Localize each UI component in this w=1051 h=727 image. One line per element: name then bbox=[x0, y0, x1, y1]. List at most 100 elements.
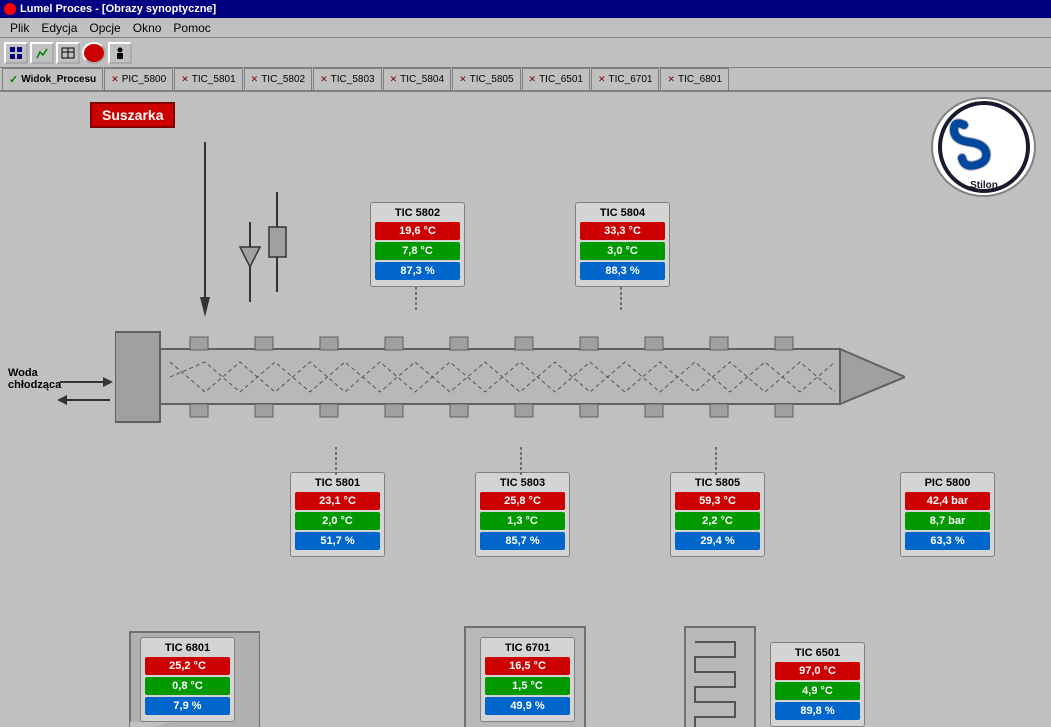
instrument-pic5800[interactable]: PIC 5800 42,4 bar 8,7 bar 63,3 % bbox=[900, 472, 995, 557]
toolbar-btn-table[interactable] bbox=[56, 42, 80, 64]
tic5801-value-green: 2,0 °C bbox=[295, 512, 380, 530]
menu-edycja[interactable]: Edycja bbox=[35, 20, 83, 36]
app-icon bbox=[4, 3, 16, 15]
tab-close-icon[interactable]: ✕ bbox=[459, 74, 467, 85]
tab-label-tic5805: TIC_5805 bbox=[470, 74, 514, 85]
tic6801-value-blue: 7,9 % bbox=[145, 697, 230, 715]
menu-pomoc[interactable]: Pomoc bbox=[167, 20, 216, 36]
tab-check-icon: ✓ bbox=[9, 73, 18, 86]
suszarka-label: Suszarka bbox=[90, 102, 175, 128]
tab-tic6801[interactable]: ✕ TIC_6801 bbox=[660, 68, 728, 90]
tic5804-value-blue: 88,3 % bbox=[580, 262, 665, 280]
tab-label-tic5804: TIC_5804 bbox=[400, 74, 444, 85]
instrument-tic5802[interactable]: TIC 5802 19,6 °C 7,8 °C 87,3 % bbox=[370, 202, 465, 287]
tic6701-value-red: 16,5 °C bbox=[485, 657, 570, 675]
tic6701-value-green: 1,5 °C bbox=[485, 677, 570, 695]
tab-tic5804[interactable]: ✕ TIC_5804 bbox=[383, 68, 451, 90]
tab-widok-procesu[interactable]: ✓ Widok_Procesu bbox=[2, 68, 103, 90]
tab-close-icon[interactable]: ✕ bbox=[529, 74, 537, 85]
menu-okno[interactable]: Okno bbox=[127, 20, 168, 36]
instrument-tic6701[interactable]: TIC 6701 16,5 °C 1,5 °C 49,9 % bbox=[480, 637, 575, 722]
tic6701-value-blue: 49,9 % bbox=[485, 697, 570, 715]
tic5805-connector bbox=[715, 447, 717, 475]
stilon-logo-svg: Stilon bbox=[934, 100, 1034, 195]
tic5804-value-red: 33,3 °C bbox=[580, 222, 665, 240]
pic5800-title: PIC 5800 bbox=[905, 477, 990, 489]
tic5805-value-red: 59,3 °C bbox=[675, 492, 760, 510]
tab-tic6501[interactable]: ✕ TIC_6501 bbox=[522, 68, 590, 90]
woda-label: Woda chłodząca bbox=[8, 367, 61, 391]
instrument-tic5805[interactable]: TIC 5805 59,3 °C 2,2 °C 29,4 % bbox=[670, 472, 765, 557]
tic6501-block: TIC 6501 97,0 °C 4,9 °C 89,8 % bbox=[680, 622, 900, 727]
main-content: Suszarka Woda chłodząca bbox=[0, 92, 1051, 727]
tab-close-icon[interactable]: ✕ bbox=[111, 74, 119, 85]
tic5805-title: TIC 5805 bbox=[675, 477, 760, 489]
tic5801-value-blue: 51,7 % bbox=[295, 532, 380, 550]
tic6501-value-green: 4,9 °C bbox=[775, 682, 860, 700]
stilon-logo: Stilon bbox=[931, 97, 1036, 197]
tab-tic6701[interactable]: ✕ TIC_6701 bbox=[591, 68, 659, 90]
instrument-tic5801[interactable]: TIC 5801 23,1 °C 2,0 °C 51,7 % bbox=[290, 472, 385, 557]
tic6501-value-red: 97,0 °C bbox=[775, 662, 860, 680]
tic5802-value-green: 7,8 °C bbox=[375, 242, 460, 260]
tic5803-value-blue: 85,7 % bbox=[480, 532, 565, 550]
toolbar-btn-chart[interactable] bbox=[30, 42, 54, 64]
tic5804-title: TIC 5804 bbox=[580, 207, 665, 219]
tab-close-icon[interactable]: ✕ bbox=[181, 74, 189, 85]
toolbar-btn-grid[interactable] bbox=[4, 42, 28, 64]
tab-close-icon[interactable]: ✕ bbox=[320, 74, 328, 85]
pic5800-value-blue: 63,3 % bbox=[905, 532, 990, 550]
tab-close-icon[interactable]: ✕ bbox=[598, 74, 606, 85]
menu-plik[interactable]: Plik bbox=[4, 20, 35, 36]
instrument-tic5804[interactable]: TIC 5804 33,3 °C 3,0 °C 88,3 % bbox=[575, 202, 670, 287]
tab-close-icon[interactable]: ✕ bbox=[390, 74, 398, 85]
tic5801-value-red: 23,1 °C bbox=[295, 492, 380, 510]
menu-opcje[interactable]: Opcje bbox=[83, 20, 126, 36]
toolbar-btn-person[interactable] bbox=[108, 42, 132, 64]
tic6501-title: TIC 6501 bbox=[775, 647, 860, 659]
tab-label-tic5801: TIC_5801 bbox=[192, 74, 236, 85]
tic5802-value-red: 19,6 °C bbox=[375, 222, 460, 240]
tab-label-tic5803: TIC_5803 bbox=[331, 74, 375, 85]
tab-close-icon[interactable]: ✕ bbox=[667, 74, 675, 85]
suszarka-pipe bbox=[195, 142, 215, 322]
tab-tic5803[interactable]: ✕ TIC_5803 bbox=[313, 68, 381, 90]
tic5804-connector bbox=[620, 287, 622, 312]
tab-tic5805[interactable]: ✕ TIC_5805 bbox=[452, 68, 520, 90]
svg-text:Stilon: Stilon bbox=[970, 180, 998, 191]
valve-symbol bbox=[235, 222, 265, 302]
tab-label-tic6501: TIC_6501 bbox=[539, 74, 583, 85]
tic5803-title: TIC 5803 bbox=[480, 477, 565, 489]
tic5805-value-blue: 29,4 % bbox=[675, 532, 760, 550]
machine-drawing bbox=[115, 307, 905, 452]
tic5802-title: TIC 5802 bbox=[375, 207, 460, 219]
tic5801-title: TIC 5801 bbox=[295, 477, 380, 489]
instrument-tic6501[interactable]: TIC 6501 97,0 °C 4,9 °C 89,8 % bbox=[770, 642, 865, 727]
tab-label-tic5802: TIC_5802 bbox=[261, 74, 305, 85]
tic5803-connector bbox=[520, 447, 522, 475]
tab-label-tic6801: TIC_6801 bbox=[678, 74, 722, 85]
toolbar bbox=[0, 38, 1051, 68]
toolbar-btn-red[interactable] bbox=[82, 42, 106, 64]
instrument-tic6801[interactable]: TIC 6801 25,2 °C 0,8 °C 7,9 % bbox=[140, 637, 235, 722]
tab-pic5800[interactable]: ✕ PIC_5800 bbox=[104, 68, 173, 90]
tabs-bar: ✓ Widok_Procesu ✕ PIC_5800 ✕ TIC_5801 ✕ … bbox=[0, 68, 1051, 92]
tic5803-value-green: 1,3 °C bbox=[480, 512, 565, 530]
tic5805-value-green: 2,2 °C bbox=[675, 512, 760, 530]
tab-label-widok: Widok_Procesu bbox=[21, 74, 96, 85]
pic5800-value-green: 8,7 bar bbox=[905, 512, 990, 530]
tab-label-pic5800: PIC_5800 bbox=[122, 74, 166, 85]
filter-symbol bbox=[265, 192, 290, 292]
tab-close-icon[interactable]: ✕ bbox=[251, 74, 259, 85]
title-bar: Lumel Proces - [Obrazy synoptyczne] bbox=[0, 0, 1051, 18]
tic6801-block: TIC 6801 25,2 °C 0,8 °C 7,9 % bbox=[120, 622, 260, 727]
tic5804-value-green: 3,0 °C bbox=[580, 242, 665, 260]
tab-tic5801[interactable]: ✕ TIC_5801 bbox=[174, 68, 242, 90]
tab-tic5802[interactable]: ✕ TIC_5802 bbox=[244, 68, 312, 90]
tic5803-value-red: 25,8 °C bbox=[480, 492, 565, 510]
menu-bar: Plik Edycja Opcje Okno Pomoc bbox=[0, 18, 1051, 38]
tic6701-title: TIC 6701 bbox=[485, 642, 570, 654]
window-title: Lumel Proces - [Obrazy synoptyczne] bbox=[20, 3, 216, 15]
tic6801-value-green: 0,8 °C bbox=[145, 677, 230, 695]
instrument-tic5803[interactable]: TIC 5803 25,8 °C 1,3 °C 85,7 % bbox=[475, 472, 570, 557]
